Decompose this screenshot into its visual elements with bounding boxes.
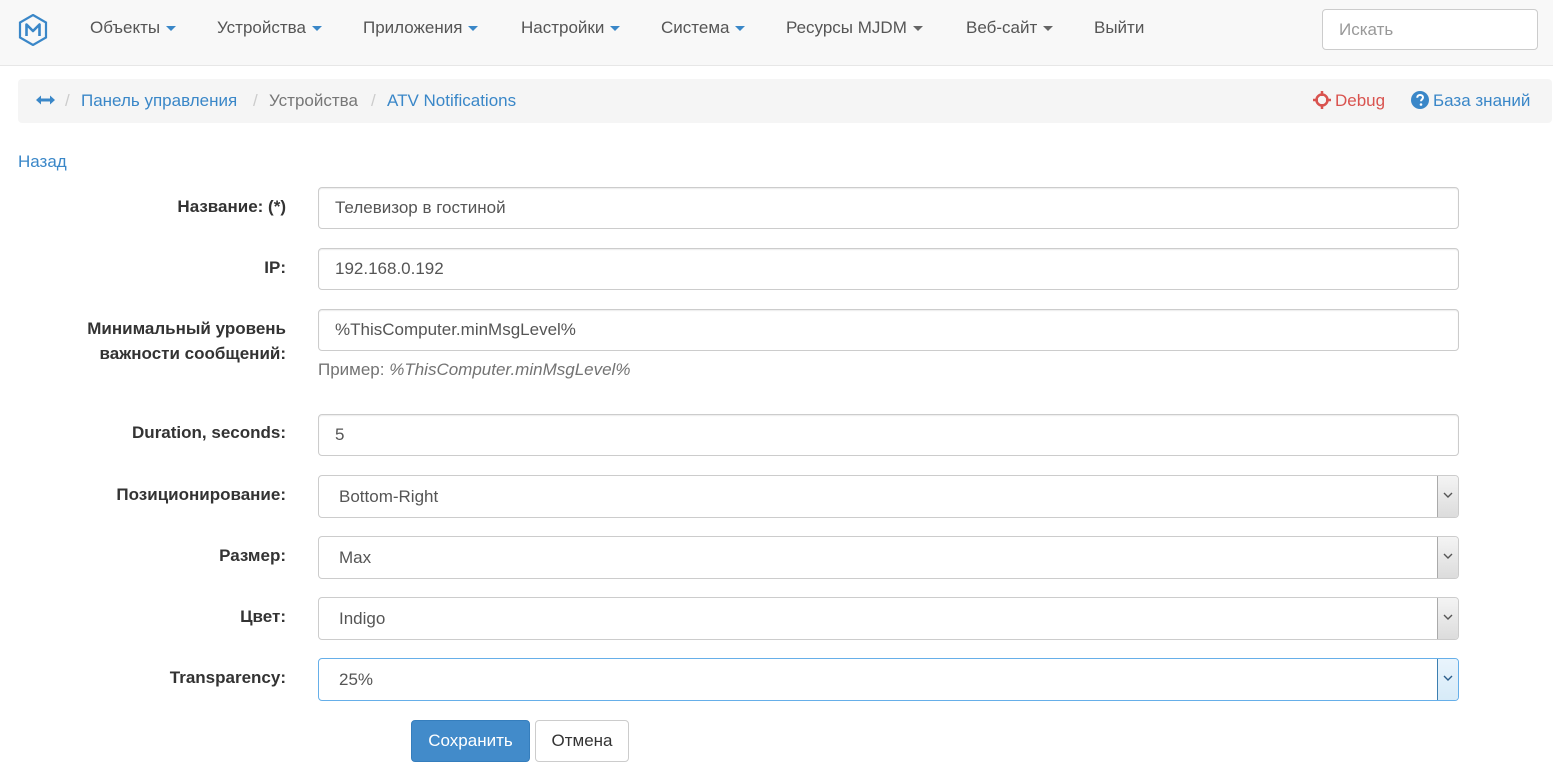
ip-label: IP: xyxy=(264,258,286,277)
nav-applications[interactable]: Приложения xyxy=(363,17,479,39)
breadcrumb-separator: / xyxy=(253,91,258,110)
toggle-sidebar-arrows-icon[interactable] xyxy=(36,95,55,105)
caret-down-icon xyxy=(912,26,923,32)
duration-label: Duration, seconds: xyxy=(132,423,286,442)
breadcrumb-home[interactable]: Панель управления xyxy=(81,91,237,111)
position-select[interactable]: Bottom-Right xyxy=(318,475,1459,518)
name-input[interactable] xyxy=(318,187,1459,229)
caret-down-icon xyxy=(735,26,746,32)
transparency-label: Transparency: xyxy=(169,668,286,687)
caret-down-icon xyxy=(311,26,322,32)
chevron-down-icon xyxy=(1443,492,1453,498)
select-dropdown-button[interactable] xyxy=(1437,476,1458,517)
select-dropdown-button[interactable] xyxy=(1437,537,1458,578)
cancel-button[interactable]: Отмена xyxy=(535,720,629,762)
size-label: Размер: xyxy=(219,546,286,565)
crosshair-icon xyxy=(1313,91,1331,109)
min-level-input[interactable] xyxy=(318,309,1459,351)
debug-link[interactable]: Debug xyxy=(1313,91,1385,111)
top-navbar: Объекты Устройства Приложения Настройки … xyxy=(0,0,1553,66)
nav-devices[interactable]: Устройства xyxy=(217,17,322,39)
position-label: Позиционирование: xyxy=(116,485,286,504)
breadcrumb-devices: Устройства xyxy=(269,91,358,110)
caret-down-icon xyxy=(166,26,177,32)
breadcrumb-separator: / xyxy=(65,91,70,110)
breadcrumb: / Панель управления / Устройства / ATV N… xyxy=(18,79,1552,123)
select-dropdown-button[interactable] xyxy=(1437,659,1458,700)
transparency-select[interactable]: 25% xyxy=(318,658,1459,701)
duration-input[interactable] xyxy=(318,414,1459,456)
breadcrumb-separator: / xyxy=(371,91,376,110)
chevron-down-icon xyxy=(1443,553,1453,559)
select-dropdown-button[interactable] xyxy=(1437,598,1458,639)
color-label: Цвет: xyxy=(240,607,286,626)
save-button[interactable]: Сохранить xyxy=(411,720,530,762)
color-select[interactable]: Indigo xyxy=(318,597,1459,640)
name-label: Название: (*) xyxy=(177,197,286,216)
question-circle-icon xyxy=(1411,91,1429,109)
min-level-label: Минимальный уровень важности сообщений: xyxy=(87,319,286,363)
nav-logout[interactable]: Выйти xyxy=(1094,17,1144,39)
size-select[interactable]: Max xyxy=(318,536,1459,579)
caret-down-icon xyxy=(610,26,621,32)
nav-settings[interactable]: Настройки xyxy=(521,17,621,39)
nav-system[interactable]: Система xyxy=(661,17,746,39)
nav-website[interactable]: Веб-сайт xyxy=(966,17,1054,39)
ip-input[interactable] xyxy=(318,248,1459,290)
nav-mjdm-resources[interactable]: Ресурсы MJDM xyxy=(786,17,923,39)
chevron-down-icon xyxy=(1443,614,1453,620)
min-level-help: Пример: %ThisComputer.minMsgLevel% xyxy=(318,360,631,379)
caret-down-icon xyxy=(1043,26,1054,32)
caret-down-icon xyxy=(468,26,479,32)
search-input[interactable] xyxy=(1322,9,1538,50)
breadcrumb-current[interactable]: ATV Notifications xyxy=(387,91,516,111)
nav-objects[interactable]: Объекты xyxy=(90,17,177,39)
knowledge-base-link[interactable]: База знаний xyxy=(1411,91,1530,111)
chevron-down-icon xyxy=(1443,675,1453,681)
majordomo-logo-icon[interactable] xyxy=(18,14,48,46)
back-link[interactable]: Назад xyxy=(18,152,67,172)
